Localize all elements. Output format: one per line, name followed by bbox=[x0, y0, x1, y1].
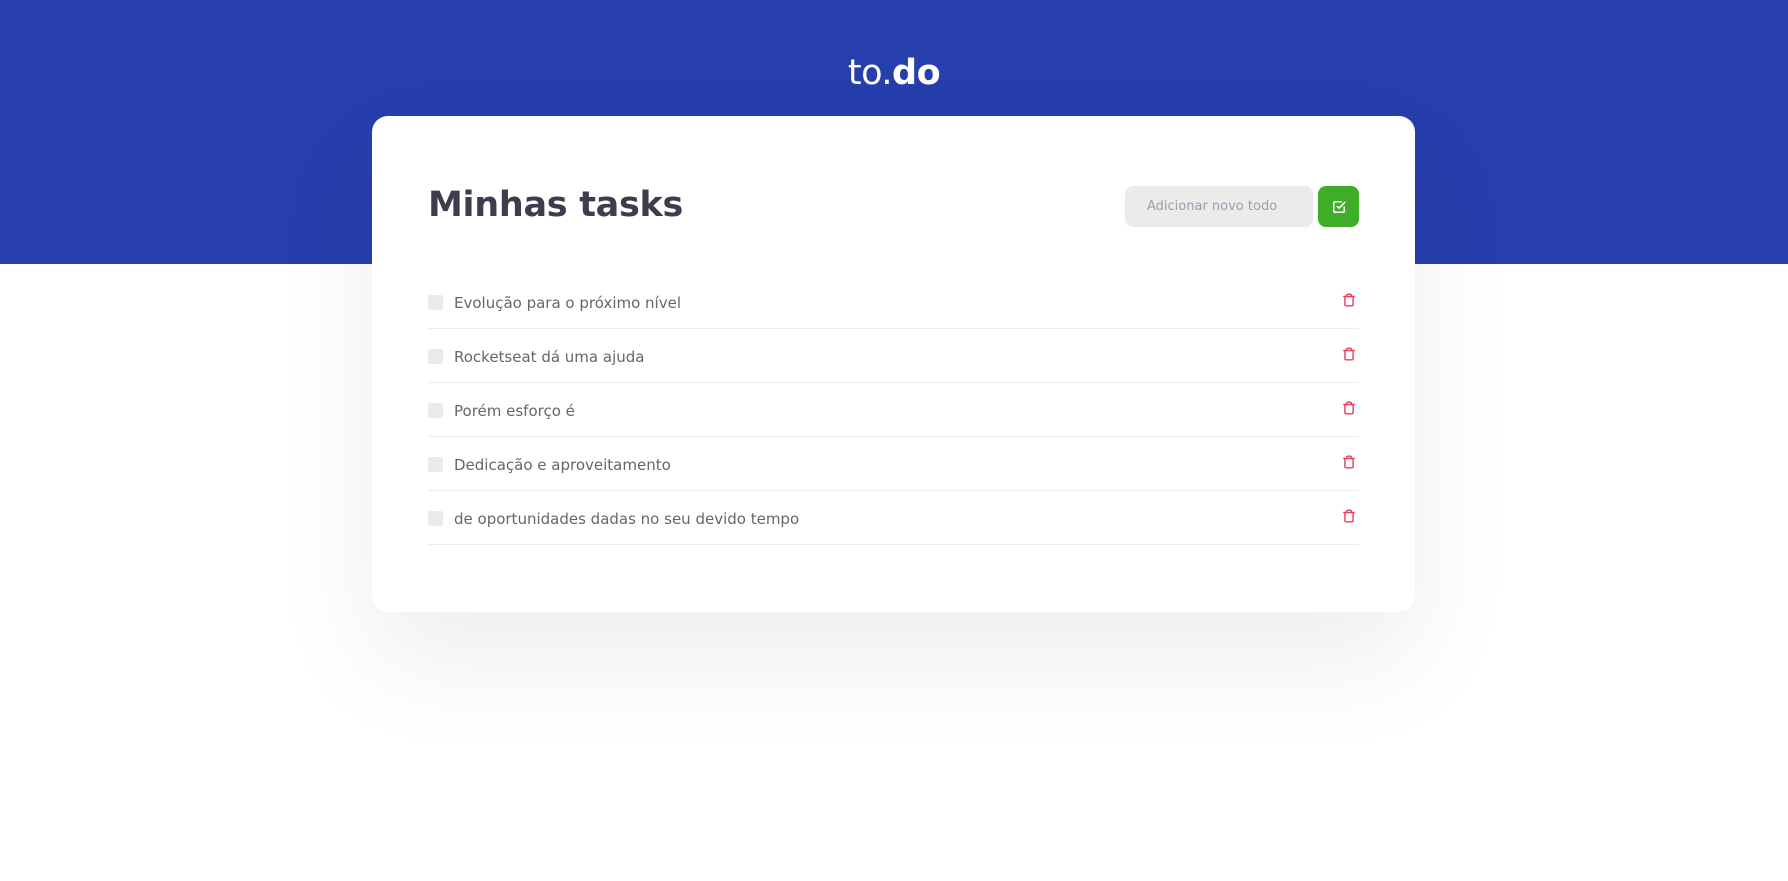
app-logo: to.do bbox=[0, 48, 1788, 98]
task-checkbox[interactable] bbox=[428, 403, 443, 418]
task-item: Dedicação e aproveitamento bbox=[428, 437, 1359, 491]
task-title: Rocketseat dá uma ajuda bbox=[454, 348, 645, 366]
task-item: Evolução para o próximo nível bbox=[428, 275, 1359, 329]
task-title: de oportunidades dadas no seu devido tem… bbox=[454, 510, 800, 528]
logo-text-light: to. bbox=[847, 53, 893, 93]
delete-task-button[interactable] bbox=[1339, 506, 1359, 526]
delete-task-button[interactable] bbox=[1339, 344, 1359, 364]
task-checkbox[interactable] bbox=[428, 349, 443, 364]
logo-text-bold: do bbox=[892, 53, 941, 93]
task-checkbox[interactable] bbox=[428, 511, 443, 526]
task-item: Porém esforço é bbox=[428, 383, 1359, 437]
task-title: Dedicação e aproveitamento bbox=[454, 456, 671, 474]
task-card: Minhas tasks Evolução para o próximo nív… bbox=[372, 116, 1415, 612]
new-todo-input[interactable] bbox=[1125, 186, 1313, 227]
trash-icon bbox=[1342, 509, 1356, 523]
task-checkbox[interactable] bbox=[428, 295, 443, 310]
trash-icon bbox=[1342, 347, 1356, 361]
page-title: Minhas tasks bbox=[428, 185, 683, 225]
trash-icon bbox=[1342, 401, 1356, 415]
task-checkbox[interactable] bbox=[428, 457, 443, 472]
delete-task-button[interactable] bbox=[1339, 398, 1359, 418]
delete-task-button[interactable] bbox=[1339, 290, 1359, 310]
task-title: Porém esforço é bbox=[454, 402, 575, 420]
add-todo-button[interactable] bbox=[1318, 186, 1359, 227]
trash-icon bbox=[1342, 455, 1356, 469]
delete-task-button[interactable] bbox=[1339, 452, 1359, 472]
task-item: Rocketseat dá uma ajuda bbox=[428, 329, 1359, 383]
task-title: Evolução para o próximo nível bbox=[454, 294, 681, 312]
check-square-icon bbox=[1332, 200, 1346, 214]
task-item: de oportunidades dadas no seu devido tem… bbox=[428, 491, 1359, 545]
task-list: Evolução para o próximo nível Rocketseat… bbox=[428, 275, 1359, 545]
trash-icon bbox=[1342, 293, 1356, 307]
